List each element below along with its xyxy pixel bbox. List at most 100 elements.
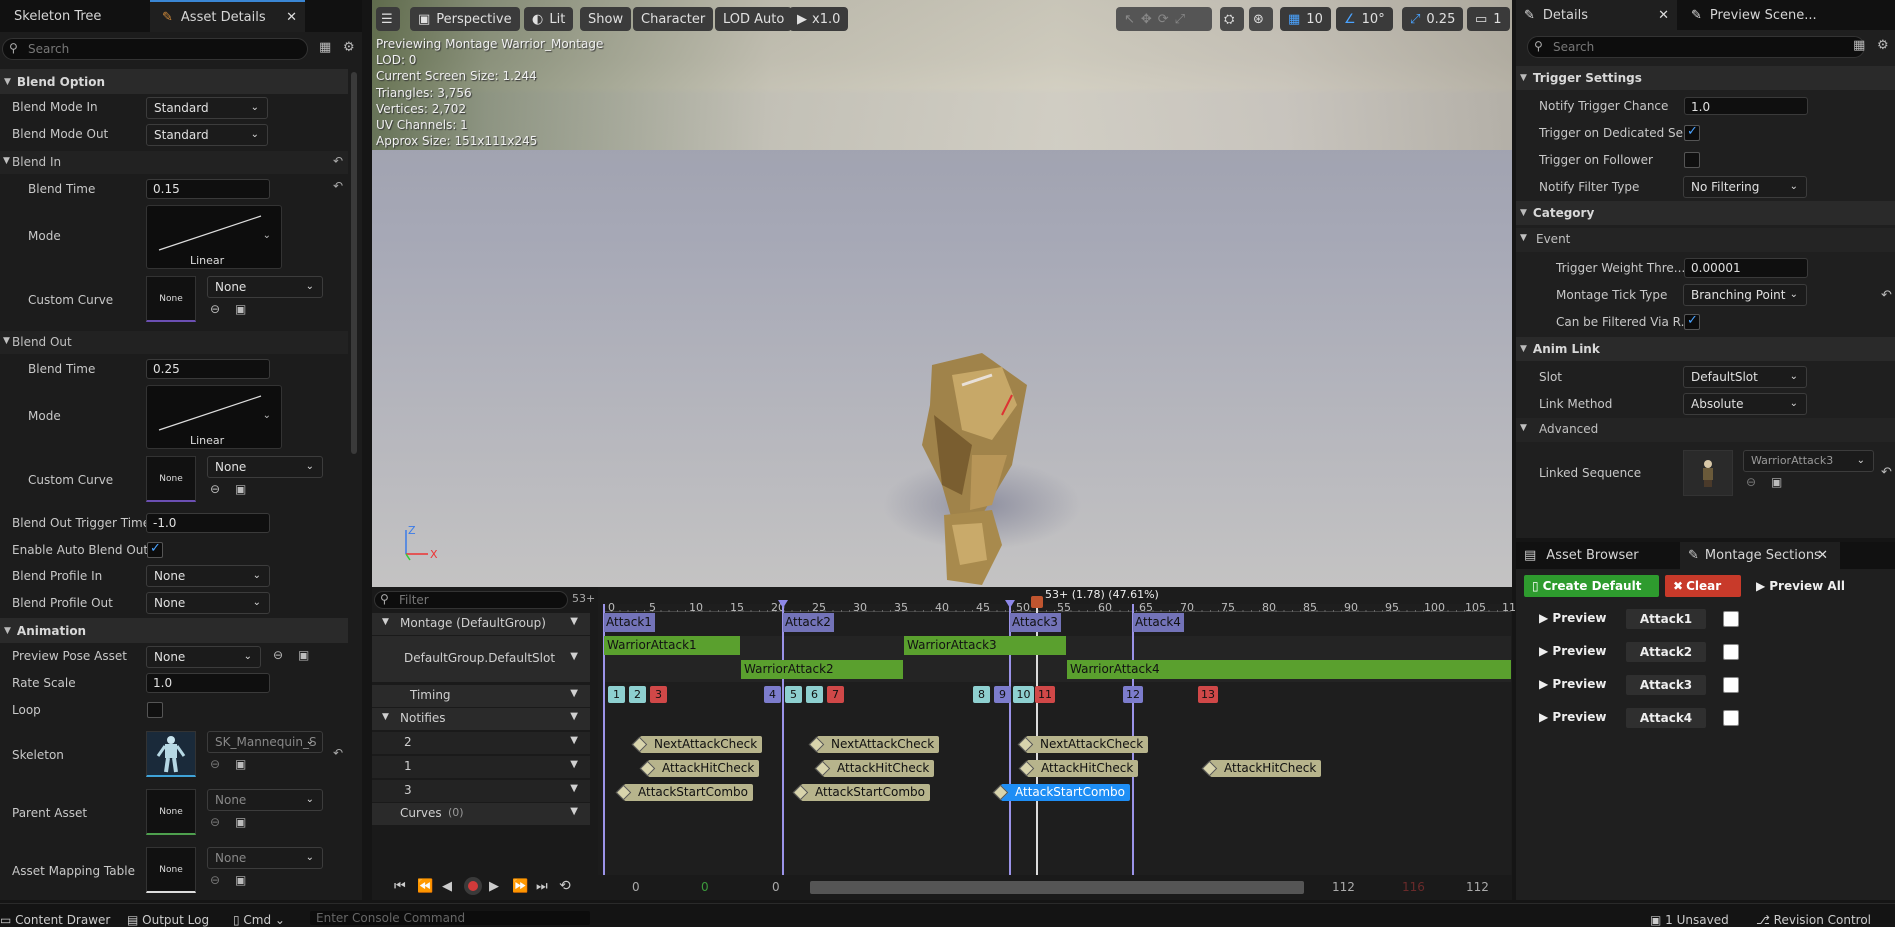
angle-snap-button[interactable]: ∠ 10°: [1336, 7, 1393, 31]
timing-marker[interactable]: 5: [785, 686, 802, 703]
play-icon[interactable]: ▶: [489, 879, 499, 894]
mapping-table-dropdown[interactable]: None ⌄: [207, 847, 323, 869]
section-trigger-settings[interactable]: ▼ Trigger Settings: [1516, 66, 1895, 90]
track-montage[interactable]: ▼ Montage (DefaultGroup) ▼: [372, 613, 590, 635]
blend-in-header[interactable]: ▼ Blend In ↶: [0, 151, 348, 174]
notify-attack-hit-check[interactable]: AttackHitCheck: [1027, 760, 1139, 777]
linked-sequence-thumb[interactable]: [1683, 450, 1733, 496]
rate-scale-field[interactable]: 1.0: [146, 673, 270, 693]
camera-icon-b[interactable]: ⊛: [1249, 7, 1273, 31]
browse-icon[interactable]: ⊖: [1746, 475, 1756, 489]
blend-out-curve-thumb[interactable]: None: [146, 456, 196, 502]
blend-mode-out-dropdown[interactable]: Standard ⌄: [146, 124, 268, 146]
folder-icon[interactable]: ▣: [298, 648, 309, 662]
notify-next-attack-check[interactable]: NextAttackCheck: [817, 736, 940, 753]
timing-marker[interactable]: 12: [1123, 686, 1143, 703]
notify-track-3[interactable]: 3 ▼: [372, 780, 590, 802]
unsaved-button[interactable]: ▣ 1 Unsaved: [1650, 913, 1729, 927]
montage-section[interactable]: Attack1: [604, 613, 655, 632]
folder-icon[interactable]: ▣: [235, 815, 246, 829]
transform-tools[interactable]: ↖✥⟳⤢: [1116, 7, 1212, 31]
follower-checkbox[interactable]: [1684, 152, 1700, 168]
clear-button[interactable]: ✖ Clear: [1665, 575, 1741, 597]
skeleton-thumb[interactable]: [146, 731, 196, 777]
content-drawer-button[interactable]: ▭ Content Drawer: [0, 913, 110, 927]
montage-section[interactable]: Attack4: [1133, 613, 1184, 632]
notify-attack-hit-check[interactable]: AttackHitCheck: [648, 760, 760, 777]
blend-out-time-field[interactable]: 0.25: [146, 359, 270, 379]
track-notifies[interactable]: ▼ Notifies ▼: [372, 708, 590, 730]
folder-icon[interactable]: ▣: [235, 302, 246, 316]
tab-montage-sections[interactable]: ✎ Montage Sections ✕: [1680, 542, 1840, 569]
revision-control-button[interactable]: ⎇ Revision Control: [1756, 913, 1871, 927]
browse-icon[interactable]: ⊖: [210, 815, 220, 829]
section-anim-link[interactable]: ▼ Anim Link: [1516, 337, 1895, 361]
step-back-icon[interactable]: ⏪: [417, 879, 433, 894]
table-view-icon[interactable]: ▦: [1853, 38, 1865, 53]
notify-next-attack-check[interactable]: NextAttackCheck: [1026, 736, 1149, 753]
notify-track-2[interactable]: 2 ▼: [372, 732, 590, 754]
link-method-dropdown[interactable]: Absolute ⌄: [1683, 393, 1807, 415]
blend-in-time-field[interactable]: 0.15: [146, 179, 270, 199]
montage-section[interactable]: Attack2: [783, 613, 834, 632]
slot-dropdown[interactable]: DefaultSlot ⌄: [1683, 366, 1807, 388]
timing-marker[interactable]: 9: [994, 686, 1011, 703]
play-reverse-icon[interactable]: ◀: [442, 879, 452, 894]
section-animation[interactable]: ▼ Animation: [0, 618, 348, 643]
close-icon[interactable]: ✕: [286, 10, 297, 25]
folder-icon[interactable]: ▣: [1771, 475, 1782, 489]
browse-icon[interactable]: ⊖: [210, 873, 220, 887]
lod-button[interactable]: LOD Auto: [715, 7, 793, 31]
section-marker[interactable]: [782, 604, 784, 875]
section-name-box[interactable]: Attack1: [1626, 609, 1706, 629]
blend-profile-in-dropdown[interactable]: None ⌄: [146, 565, 270, 587]
skip-end-icon[interactable]: ⏭: [536, 879, 548, 894]
preview-button[interactable]: ▶ Preview: [1539, 677, 1606, 691]
timing-marker[interactable]: 10: [1013, 686, 1034, 703]
character-button[interactable]: Character: [633, 7, 714, 31]
montage-segment[interactable]: WarriorAttack3: [904, 636, 1066, 655]
reset-icon[interactable]: ↶: [333, 154, 343, 168]
montage-segment[interactable]: WarriorAttack4: [1067, 660, 1511, 679]
section-category[interactable]: ▼ Category: [1516, 201, 1895, 225]
montage-section[interactable]: Attack3: [1010, 613, 1061, 632]
notify-attack-hit-check[interactable]: AttackHitCheck: [1210, 760, 1322, 777]
filter-input[interactable]: ⚲ Filter: [374, 591, 568, 609]
playhead-handle[interactable]: [1031, 596, 1043, 608]
linked-sequence-dropdown[interactable]: WarriorAttack3 ⌄: [1743, 450, 1874, 472]
timing-marker[interactable]: 3: [650, 686, 667, 703]
blend-out-curve-dropdown[interactable]: None ⌄: [207, 456, 323, 478]
viewport[interactable]: ☰ ▣ Perspective ◐ Lit Show Character LOD A…: [372, 0, 1512, 587]
camera-speed-button[interactable]: ▭ 1: [1467, 7, 1510, 31]
tab-skeleton-tree[interactable]: Skeleton Tree: [0, 0, 150, 32]
blend-in-curve-thumb[interactable]: None: [146, 276, 196, 322]
browse-icon[interactable]: ⊖: [210, 482, 220, 496]
table-view-icon[interactable]: ▦: [319, 40, 331, 55]
mapping-table-thumb[interactable]: None: [146, 847, 196, 893]
gear-icon[interactable]: ⚙: [1877, 38, 1889, 53]
close-icon[interactable]: ✕: [1658, 8, 1669, 23]
preview-button[interactable]: ▶ Preview: [1539, 710, 1606, 724]
cmd-dropdown[interactable]: ▯ Cmd ⌄: [233, 913, 285, 927]
reset-icon[interactable]: ↶: [1881, 465, 1892, 480]
timeline-scrollbar[interactable]: [810, 881, 1304, 894]
filtered-via-checkbox[interactable]: [1684, 313, 1700, 330]
parent-asset-thumb[interactable]: None: [146, 789, 196, 835]
trigger-chance-field[interactable]: 1.0: [1684, 97, 1808, 115]
blend-in-mode-picker[interactable]: Linear ⌄: [146, 205, 282, 269]
preview-pose-dropdown[interactable]: None ⌄: [146, 646, 261, 668]
step-forward-icon[interactable]: ⏩: [512, 879, 528, 894]
track-slot[interactable]: DefaultGroup.DefaultSlot ▼: [372, 636, 590, 682]
timing-marker[interactable]: 8: [973, 686, 990, 703]
timing-marker[interactable]: 4: [764, 686, 781, 703]
browse-icon[interactable]: ⊖: [273, 648, 283, 662]
reset-icon[interactable]: ↶: [333, 179, 343, 193]
grid-snap-button[interactable]: ▦ 10: [1280, 7, 1331, 31]
reset-icon[interactable]: ↶: [333, 746, 343, 760]
track-timing[interactable]: Timing ▼: [372, 685, 590, 707]
skip-start-icon[interactable]: ⏮: [394, 879, 406, 894]
filter-type-dropdown[interactable]: No Filtering ⌄: [1683, 176, 1807, 198]
timing-marker[interactable]: 7: [827, 686, 844, 703]
event-header[interactable]: ▼ Event: [1516, 228, 1895, 252]
weight-threshold-field[interactable]: 0.00001: [1684, 258, 1808, 278]
